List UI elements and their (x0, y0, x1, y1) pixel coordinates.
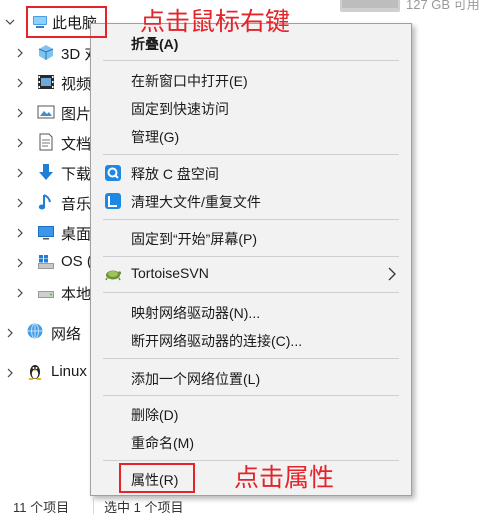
menu-item-delete[interactable]: 删除(D) (91, 400, 411, 428)
tree-item-label: 桌面 (61, 226, 92, 243)
menu-item-label: 管理(G) (131, 129, 180, 145)
tree-item-label: 视频 (61, 76, 92, 93)
annotation-right-click: 点击鼠标右键 (140, 7, 291, 36)
linux-icon (26, 362, 44, 380)
tree-item-label: Linux (51, 363, 87, 380)
context-menu: 折叠(A) 在新窗口中打开(E) 固定到快速访问 管理(G) 释放 C 盘空间 … (90, 23, 412, 496)
menu-separator (103, 219, 399, 220)
status-divider (93, 498, 94, 514)
selected-count: 选中 1 个项目 (104, 500, 184, 515)
network-icon (26, 322, 44, 340)
chevron-right-icon[interactable] (4, 327, 16, 339)
tree-item-label: 文档 (61, 136, 92, 153)
menu-item-open-new-window[interactable]: 在新窗口中打开(E) (91, 66, 411, 94)
menu-separator (103, 256, 399, 257)
menu-item-label: 固定到“开始”屏幕(P) (131, 231, 257, 247)
menu-item-tortoisesvn[interactable]: TortoiseSVN (91, 260, 411, 288)
annotation-click-properties: 点击属性 (234, 463, 335, 492)
tree-item-label: 图片 (61, 106, 92, 123)
cube-icon (37, 43, 55, 61)
chevron-right-icon[interactable] (14, 257, 26, 269)
video-icon (37, 73, 55, 91)
picture-icon (37, 103, 55, 121)
menu-item-label: 映射网络驱动器(N)... (131, 305, 261, 321)
tortoisesvn-icon (104, 265, 122, 283)
menu-separator (103, 358, 399, 359)
os-drive-icon (37, 253, 55, 271)
clean-disk-icon (104, 164, 122, 182)
menu-item-label: 在新窗口中打开(E) (131, 73, 248, 89)
menu-item-label: 添加一个网络位置(L) (131, 371, 261, 387)
annotation-box-properties (119, 463, 195, 493)
menu-item-label: 固定到快速访问 (131, 101, 229, 117)
document-icon (37, 133, 55, 151)
chevron-down-icon[interactable] (4, 16, 16, 28)
chevron-right-icon[interactable] (14, 197, 26, 209)
chevron-right-icon[interactable] (4, 367, 16, 379)
chevron-right-icon[interactable] (14, 47, 26, 59)
menu-separator (103, 395, 399, 396)
menu-item-manage[interactable]: 管理(G) (91, 122, 411, 150)
desktop-icon (37, 223, 55, 241)
item-count: 11 个项目 (13, 500, 70, 515)
menu-item-label: 清理大文件/重复文件 (131, 194, 261, 210)
menu-item-disconnect-network-drive[interactable]: 断开网络驱动器的连接(C)... (91, 326, 411, 354)
menu-separator (103, 154, 399, 155)
chevron-right-icon[interactable] (14, 227, 26, 239)
chevron-right-icon[interactable] (14, 167, 26, 179)
menu-item-pin-start[interactable]: 固定到“开始”屏幕(P) (91, 224, 411, 252)
cleanup-files-icon (104, 192, 122, 210)
music-icon (37, 193, 55, 211)
drive-icon (37, 283, 55, 301)
menu-item-add-network-location[interactable]: 添加一个网络位置(L) (91, 364, 411, 392)
menu-item-free-c-drive[interactable]: 释放 C 盘空间 (91, 159, 411, 187)
menu-item-label: TortoiseSVN (131, 265, 209, 281)
menu-separator (103, 60, 399, 61)
menu-item-label: 重命名(M) (131, 435, 194, 451)
tree-item-label: 网络 (51, 326, 82, 343)
tree-item-label: 音乐 (61, 196, 92, 213)
chevron-right-icon[interactable] (14, 107, 26, 119)
chevron-right-icon[interactable] (14, 77, 26, 89)
annotation-box-this-pc (26, 6, 107, 38)
menu-item-pin-quick-access[interactable]: 固定到快速访问 (91, 94, 411, 122)
menu-separator (103, 292, 399, 293)
menu-item-label: 断开网络驱动器的连接(C)... (131, 333, 303, 349)
download-icon (37, 163, 55, 181)
menu-item-map-network-drive[interactable]: 映射网络驱动器(N)... (91, 298, 411, 326)
menu-item-label: 释放 C 盘空间 (131, 166, 219, 182)
tree-item-label: 下载 (61, 166, 92, 183)
drive-free-space: 127 GB 可用 (406, 0, 480, 12)
chevron-right-icon[interactable] (14, 287, 26, 299)
chevron-right-icon[interactable] (14, 137, 26, 149)
menu-item-clean-large-files[interactable]: 清理大文件/重复文件 (91, 187, 411, 215)
menu-item-rename[interactable]: 重命名(M) (91, 428, 411, 456)
submenu-arrow-icon (387, 267, 397, 281)
menu-item-label: 删除(D) (131, 407, 179, 423)
